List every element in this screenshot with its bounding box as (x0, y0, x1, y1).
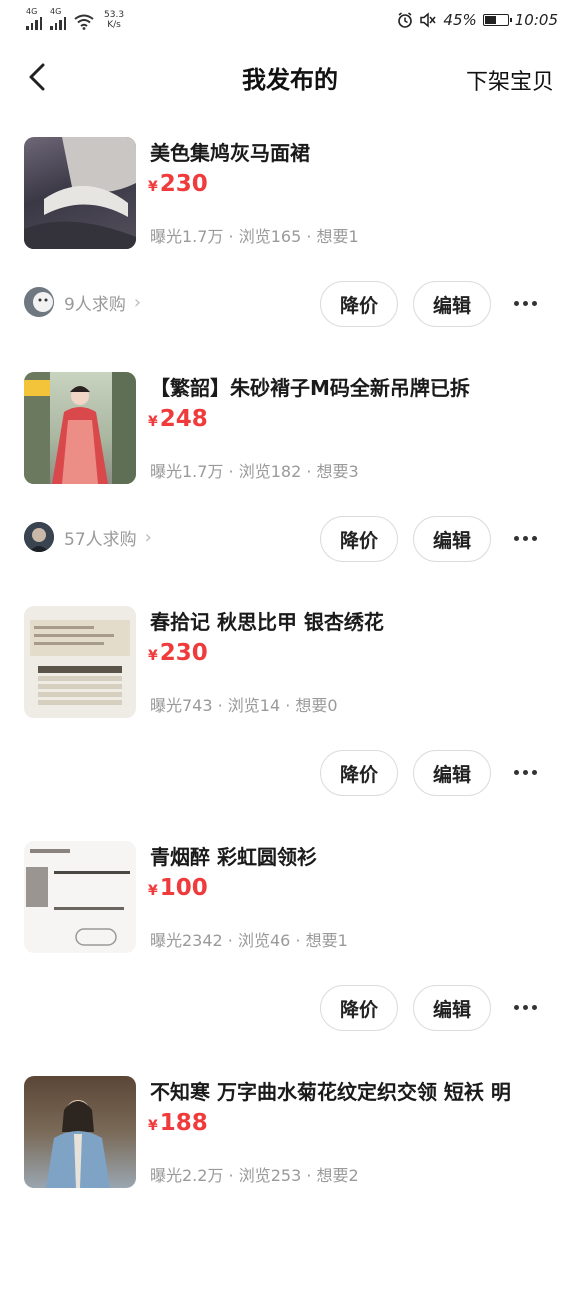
buyers-count: 9人求购 (64, 294, 126, 315)
product-thumbnail[interactable] (24, 372, 136, 484)
price-cut-button[interactable]: 降价 (320, 985, 398, 1031)
battery-icon (482, 14, 512, 26)
product-price: ¥230 (148, 171, 208, 197)
product-title: 不知寒 万字曲水菊花纹定织交领 短袄 明 (150, 1080, 511, 1104)
product-title: 美色集鸠灰马面裙 (150, 141, 310, 165)
price-cut-button[interactable]: 降价 (320, 750, 398, 796)
chevron-right-icon: › (133, 291, 142, 313)
status-bar: 4G 4G 53.3 K/s 45% 10:05 (0, 0, 580, 42)
buyers-link[interactable]: 57人求购 › (24, 522, 152, 552)
listing-item[interactable]: 不知寒 万字曲水菊花纹定织交领 短袄 明 ¥188 曝光2.2万 · 浏览253… (0, 1076, 580, 1311)
product-price: ¥230 (148, 640, 208, 666)
network-speed: 53.3 K/s (104, 10, 125, 30)
product-thumbnail[interactable] (24, 1076, 136, 1188)
alarm-icon (398, 12, 413, 28)
product-price: ¥188 (148, 1110, 208, 1136)
buyers-count: 57人求购 (64, 529, 137, 550)
network-type-label: 4G (50, 7, 62, 16)
product-stats: 曝光2342 · 浏览46 · 想要1 (150, 931, 348, 950)
product-stats: 曝光1.7万 · 浏览182 · 想要3 (150, 462, 359, 481)
price-cut-button[interactable]: 降价 (320, 281, 398, 327)
more-options-icon[interactable] (514, 528, 544, 548)
product-thumbnail[interactable] (24, 606, 136, 718)
listing-item[interactable]: 【繁韶】朱砂褙子M码全新吊牌已拆 ¥248 曝光1.7万 · 浏览182 · 想… (0, 372, 580, 607)
clock: 10:05 (514, 11, 558, 29)
chevron-right-icon: › (144, 526, 152, 548)
buyers-link[interactable]: 9人求购 › (24, 287, 141, 317)
product-stats: 曝光743 · 浏览14 · 想要0 (150, 696, 338, 715)
product-price: ¥248 (148, 406, 208, 432)
product-stats: 曝光2.2万 · 浏览253 · 想要2 (150, 1166, 359, 1185)
product-price: ¥100 (148, 875, 208, 901)
product-title: 【繁韶】朱砂褙子M码全新吊牌已拆 (150, 376, 470, 400)
price-cut-button[interactable]: 降价 (320, 516, 398, 562)
buyer-avatar (24, 287, 54, 317)
nav-header: 我发布的 下架宝贝 (0, 42, 580, 112)
network-type-label: 4G (26, 7, 38, 16)
mute-icon (420, 12, 436, 28)
more-options-icon[interactable] (514, 997, 544, 1017)
product-thumbnail[interactable] (24, 841, 136, 953)
product-thumbnail[interactable] (24, 137, 136, 249)
listing-item[interactable]: 美色集鸠灰马面裙 ¥230 曝光1.7万 · 浏览165 · 想要1 9人求购 … (0, 137, 580, 372)
listing-item[interactable]: 青烟醉 彩虹圆领衫 ¥100 曝光2342 · 浏览46 · 想要1 降价 编辑 (0, 841, 580, 1076)
edit-button[interactable]: 编辑 (413, 516, 491, 562)
more-options-icon[interactable] (514, 762, 544, 782)
wifi-icon (74, 14, 94, 30)
more-options-icon[interactable] (514, 293, 544, 313)
edit-button[interactable]: 编辑 (413, 985, 491, 1031)
cell-signal-icon: 4G (50, 7, 66, 30)
product-title: 青烟醉 彩虹圆领衫 (150, 845, 317, 869)
edit-button[interactable]: 编辑 (413, 750, 491, 796)
edit-button[interactable]: 编辑 (413, 281, 491, 327)
listing-item[interactable]: 春拾记 秋思比甲 银杏绣花 ¥230 曝光743 · 浏览14 · 想要0 降价… (0, 606, 580, 841)
product-stats: 曝光1.7万 · 浏览165 · 想要1 (150, 227, 359, 246)
battery-percent: 45% (443, 11, 477, 29)
buyer-avatar (24, 522, 54, 552)
delist-button[interactable]: 下架宝贝 (466, 64, 554, 96)
product-title: 春拾记 秋思比甲 银杏绣花 (150, 610, 384, 634)
cell-signal-icon: 4G (26, 7, 42, 30)
